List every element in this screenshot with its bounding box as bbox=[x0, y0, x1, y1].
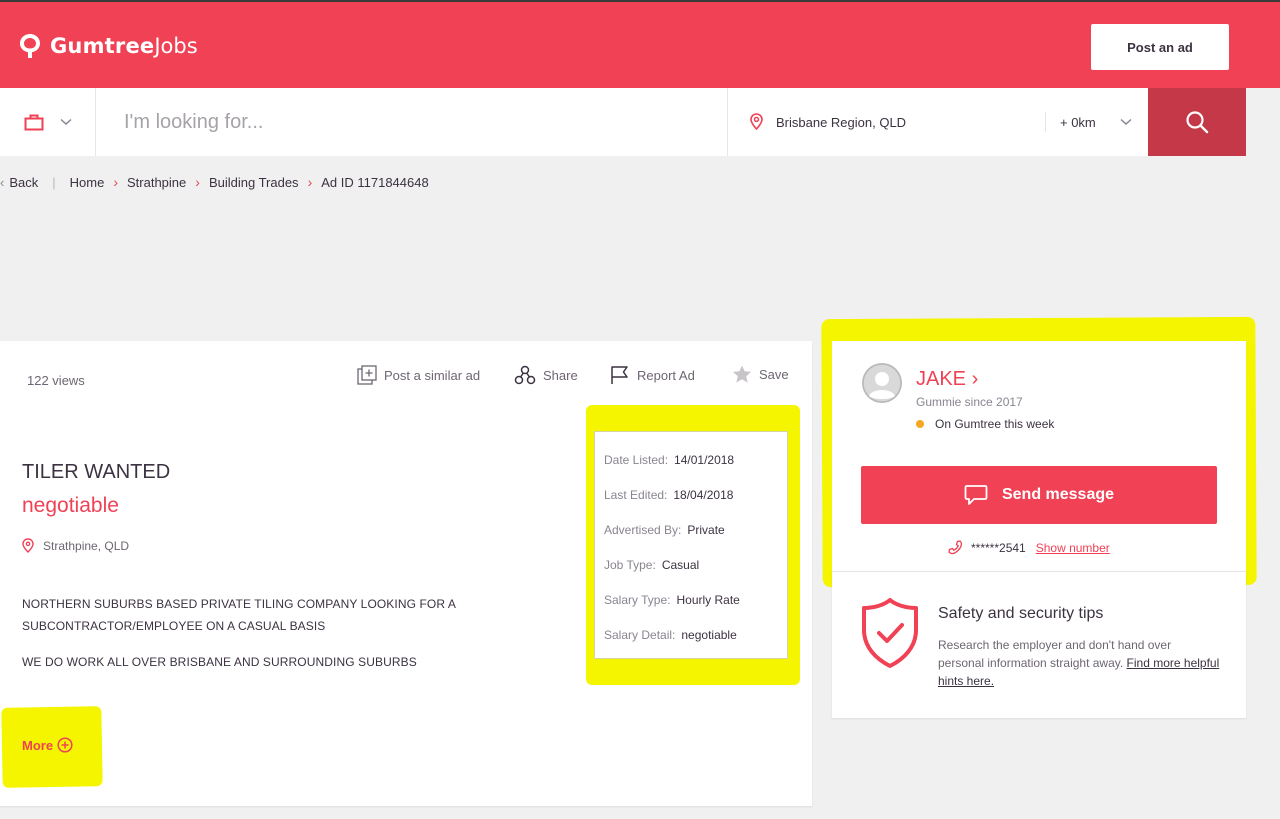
breadcrumb-home[interactable]: Home bbox=[70, 175, 105, 190]
map-pin-icon bbox=[750, 113, 763, 130]
share-button[interactable]: Share bbox=[514, 365, 578, 385]
ad-description-line: SUBCONTRACTOR/EMPLOYEE ON A CASUAL BASIS bbox=[22, 619, 326, 633]
member-since: Gummie since 2017 bbox=[916, 395, 1023, 409]
attribute-value: 18/04/2018 bbox=[673, 488, 734, 502]
chevron-right-icon: › bbox=[113, 174, 118, 190]
attribute-label: Salary Type: bbox=[604, 593, 671, 607]
chevron-down-icon bbox=[59, 118, 72, 126]
ad-details-card: 122 views Post a similar ad Share Report… bbox=[0, 341, 812, 806]
post-similar-ad-button[interactable]: Post a similar ad bbox=[357, 365, 480, 385]
breadcrumb-separator: | bbox=[52, 174, 56, 190]
seller-name: JAKE bbox=[916, 368, 967, 390]
attribute-value: Hourly Rate bbox=[676, 593, 740, 607]
divider bbox=[1045, 112, 1046, 132]
chevron-left-icon: ‹ bbox=[0, 174, 5, 190]
attribute-label: Date Listed: bbox=[604, 453, 669, 467]
online-status-text: On Gumtree this week bbox=[935, 417, 1055, 431]
attribute-label: Advertised By: bbox=[604, 523, 682, 537]
breadcrumb-building-trades[interactable]: Building Trades bbox=[209, 175, 299, 190]
attribute-label: Last Edited: bbox=[604, 488, 668, 502]
phone-icon bbox=[948, 540, 963, 555]
chevron-right-icon: › bbox=[307, 174, 313, 190]
ad-description-line: NORTHERN SUBURBS BASED PRIVATE TILING CO… bbox=[22, 597, 456, 611]
category-dropdown[interactable] bbox=[0, 88, 96, 156]
attribute-row: Date Listed: 14/01/2018 bbox=[604, 453, 734, 467]
add-square-icon bbox=[357, 365, 377, 385]
seller-card: JAKE › Gummie since 2017 On Gumtree this… bbox=[832, 341, 1246, 571]
ad-title: TILER WANTED bbox=[22, 461, 171, 483]
breadcrumb-ad-id: Ad ID 1171844648 bbox=[321, 174, 429, 190]
ad-attributes-box: Date Listed: 14/01/2018 Last Edited: 18/04… bbox=[594, 431, 788, 659]
safety-title: Safety and security tips bbox=[938, 605, 1104, 622]
logo-brand-text: Gumtree bbox=[50, 34, 155, 58]
breadcrumb-strathpine[interactable]: Strathpine bbox=[127, 175, 186, 190]
attribute-row: Salary Type: Hourly Rate bbox=[604, 593, 740, 607]
view-count: 122 views bbox=[27, 373, 85, 388]
attribute-label: Salary Detail: bbox=[604, 628, 676, 642]
save-label: Save bbox=[759, 367, 789, 382]
online-status: On Gumtree this week bbox=[916, 417, 1054, 431]
safety-text: Research the employer and don't hand ove… bbox=[938, 636, 1220, 690]
send-message-button[interactable]: Send message bbox=[861, 466, 1217, 524]
search-input[interactable] bbox=[97, 88, 727, 156]
site-header: Gumtree Jobs Post an ad bbox=[0, 0, 1280, 88]
briefcase-icon bbox=[24, 114, 43, 130]
phone-number: ******2541 Show number bbox=[948, 540, 1110, 555]
map-pin-icon bbox=[22, 538, 34, 553]
avatar bbox=[862, 363, 902, 403]
save-button[interactable]: Save bbox=[732, 365, 789, 384]
breadcrumb: ‹ Back | Home › Strathpine › Building Tr… bbox=[0, 174, 429, 190]
attribute-value: 14/01/2018 bbox=[674, 453, 735, 467]
safety-tips-card: Safety and security tips Research the em… bbox=[832, 571, 1246, 718]
ad-location: Strathpine, QLD bbox=[22, 538, 129, 553]
attribute-value: Private bbox=[687, 523, 725, 537]
chevron-right-icon: › bbox=[195, 174, 200, 190]
more-button[interactable]: More bbox=[22, 737, 73, 753]
back-link[interactable]: Back bbox=[9, 175, 38, 190]
location-selector[interactable]: Brisbane Region, QLD + 0km bbox=[727, 88, 1147, 156]
user-avatar-icon bbox=[862, 363, 902, 403]
gumtree-leaf-icon bbox=[20, 34, 40, 58]
status-dot-icon bbox=[916, 420, 924, 428]
send-message-label: Send message bbox=[1001, 486, 1115, 503]
more-label: More bbox=[22, 737, 54, 753]
attribute-row: Salary Detail: negotiable bbox=[604, 628, 737, 642]
search-bar: Brisbane Region, QLD + 0km bbox=[0, 88, 1246, 156]
masked-phone: ******2541 bbox=[971, 540, 1026, 555]
ad-description-line: WE DO WORK ALL OVER BRISBANE AND SURROUN… bbox=[22, 655, 417, 669]
search-button[interactable] bbox=[1148, 88, 1246, 156]
post-ad-button[interactable]: Post an ad bbox=[1091, 24, 1229, 70]
chat-bubble-icon bbox=[964, 485, 988, 505]
chevron-right-icon: › bbox=[971, 368, 979, 390]
attribute-value: Casual bbox=[661, 558, 700, 572]
attribute-row: Last Edited: 18/04/2018 bbox=[604, 488, 733, 502]
search-icon bbox=[1186, 111, 1209, 134]
flag-icon bbox=[611, 366, 628, 384]
report-label: Report Ad bbox=[637, 367, 695, 383]
star-icon bbox=[733, 365, 751, 383]
location-text: Brisbane Region, QLD bbox=[776, 115, 907, 130]
share-label: Share bbox=[543, 367, 578, 383]
seller-name-link[interactable]: JAKE › bbox=[916, 368, 978, 391]
attribute-row: Job Type: Casual bbox=[604, 558, 699, 572]
plus-circle-icon bbox=[57, 737, 73, 753]
ad-location-text: Strathpine, QLD bbox=[43, 538, 130, 553]
report-ad-button[interactable]: Report Ad bbox=[610, 365, 695, 385]
attribute-value: negotiable bbox=[681, 628, 737, 642]
chevron-down-icon[interactable] bbox=[1120, 118, 1132, 126]
show-number-link[interactable]: Show number bbox=[1036, 541, 1110, 555]
attribute-row: Advertised By: Private bbox=[604, 523, 725, 537]
gumtree-jobs-logo[interactable]: Gumtree Jobs bbox=[18, 32, 198, 60]
radius-selector[interactable]: + 0km bbox=[1060, 115, 1096, 130]
share-icon bbox=[514, 365, 536, 385]
ad-price: negotiable bbox=[22, 494, 119, 517]
shield-check-icon bbox=[862, 598, 918, 668]
attribute-label: Job Type: bbox=[604, 558, 656, 572]
logo-sub-text: Jobs bbox=[154, 34, 198, 58]
post-similar-label: Post a similar ad bbox=[384, 367, 481, 383]
